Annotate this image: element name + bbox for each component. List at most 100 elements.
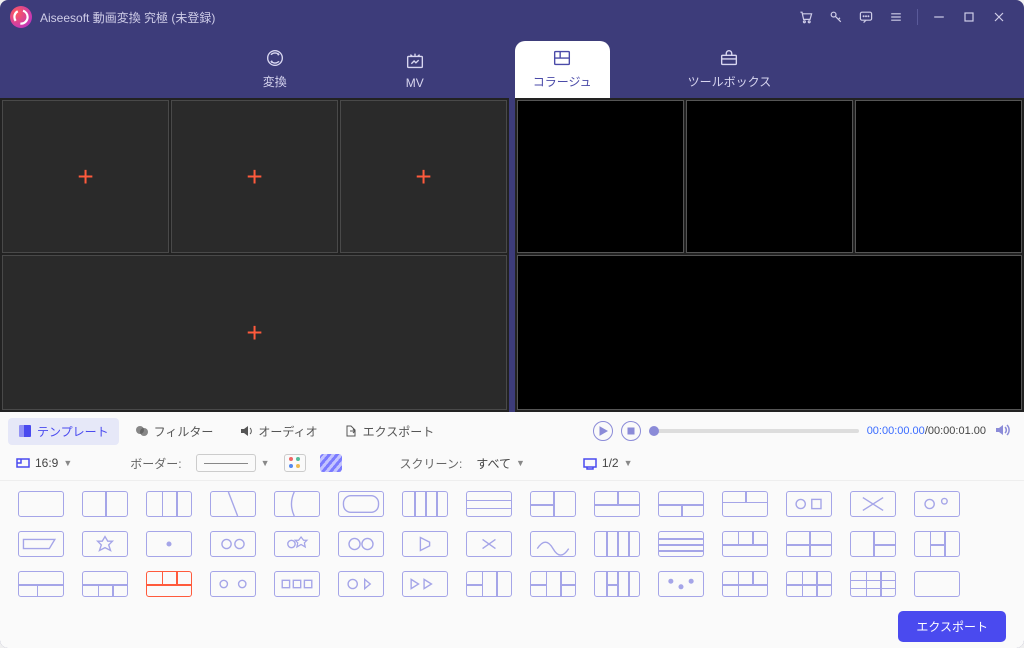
template-thumb[interactable] [210, 531, 256, 557]
template-thumb[interactable] [82, 491, 128, 517]
template-thumb[interactable] [82, 571, 128, 597]
plus-icon: + [77, 161, 93, 193]
screen-label: スクリーン: [400, 455, 463, 472]
border-pattern-button[interactable] [320, 454, 342, 472]
menu-icon[interactable] [884, 5, 908, 29]
template-thumb[interactable] [722, 571, 768, 597]
template-thumb[interactable] [850, 531, 896, 557]
template-thumb[interactable] [658, 571, 704, 597]
page-select[interactable]: 1/2 ▼ [583, 456, 633, 470]
template-thumb-selected[interactable] [146, 571, 192, 597]
titlebar-divider [917, 9, 918, 25]
collage-slot[interactable]: + [2, 100, 169, 253]
template-thumb[interactable] [274, 531, 320, 557]
template-thumb[interactable] [146, 491, 192, 517]
template-thumb[interactable] [466, 531, 512, 557]
template-thumb[interactable] [850, 491, 896, 517]
template-thumb[interactable] [210, 571, 256, 597]
template-thumb[interactable] [18, 571, 64, 597]
key-icon[interactable] [824, 5, 848, 29]
aspect-ratio-select[interactable]: 16:9 ▼ [16, 456, 72, 470]
template-thumb[interactable] [402, 531, 448, 557]
template-thumb[interactable] [786, 491, 832, 517]
screen-select[interactable]: すべて ▼ [476, 455, 525, 472]
template-thumb[interactable] [594, 571, 640, 597]
subtab-label: エクスポート [363, 423, 435, 440]
template-thumb[interactable] [338, 531, 384, 557]
playback-controls: 00:00:00.00/00:00:01.00 [593, 421, 1024, 441]
template-thumb[interactable] [18, 531, 64, 557]
play-button[interactable] [593, 421, 613, 441]
app-window: Aiseesoft 動画変換 究極 (未登録) 変換 MV コラージュ ツールボ… [0, 0, 1024, 648]
app-logo-icon [10, 6, 32, 28]
tab-convert[interactable]: 変換 [235, 41, 315, 98]
template-thumb[interactable] [914, 571, 960, 597]
template-thumb[interactable] [914, 531, 960, 557]
template-thumb[interactable] [466, 491, 512, 517]
volume-icon[interactable] [994, 422, 1010, 441]
subtab-filter[interactable]: フィルター [125, 418, 224, 445]
template-thumb[interactable] [530, 531, 576, 557]
template-thumb[interactable] [530, 571, 576, 597]
app-title: Aiseesoft 動画変換 究極 (未登録) [40, 9, 215, 26]
subtab-export[interactable]: エクスポート [334, 418, 445, 445]
template-thumb[interactable] [402, 571, 448, 597]
template-thumb[interactable] [466, 571, 512, 597]
template-thumb[interactable] [658, 531, 704, 557]
cart-icon[interactable] [794, 5, 818, 29]
template-thumb[interactable] [338, 491, 384, 517]
template-thumb[interactable] [786, 571, 832, 597]
stop-button[interactable] [621, 421, 641, 441]
export-icon [344, 424, 358, 438]
collage-slot[interactable]: + [340, 100, 507, 253]
feedback-icon[interactable] [854, 5, 878, 29]
template-thumb[interactable] [338, 571, 384, 597]
template-thumb[interactable] [594, 491, 640, 517]
template-thumb[interactable] [722, 531, 768, 557]
template-thumb[interactable] [658, 491, 704, 517]
minimize-icon[interactable] [927, 5, 951, 29]
tab-collage[interactable]: コラージュ [515, 41, 610, 98]
plus-icon: + [246, 317, 262, 349]
template-thumb[interactable] [594, 531, 640, 557]
titlebar: Aiseesoft 動画変換 究極 (未登録) [0, 0, 1024, 34]
template-thumb[interactable] [18, 491, 64, 517]
tab-label: コラージュ [533, 73, 592, 90]
subtab-audio[interactable]: オーディオ [229, 418, 327, 445]
lower-panel: テンプレート フィルター オーディオ エクスポート [0, 412, 1024, 648]
subtab-label: フィルター [154, 423, 214, 440]
tab-toolbox[interactable]: ツールボックス [670, 41, 790, 98]
subtab-template[interactable]: テンプレート [8, 418, 119, 445]
plus-icon: + [246, 161, 262, 193]
border-style-select[interactable]: ▼ [196, 454, 270, 472]
template-thumb[interactable] [210, 491, 256, 517]
template-thumb[interactable] [274, 491, 320, 517]
aspect-ratio-value: 16:9 [35, 456, 58, 470]
export-button[interactable]: エクスポート [898, 611, 1006, 642]
convert-icon [263, 47, 287, 69]
tab-label: 変換 [263, 73, 287, 90]
template-thumb[interactable] [914, 491, 960, 517]
template-thumb[interactable] [146, 531, 192, 557]
collage-slot[interactable]: + [171, 100, 338, 253]
border-color-button[interactable] [284, 454, 306, 472]
preview-slot [855, 100, 1022, 253]
maximize-icon[interactable] [957, 5, 981, 29]
time-current: 00:00:00.00 [867, 425, 925, 437]
template-icon [18, 424, 32, 438]
template-thumb[interactable] [402, 491, 448, 517]
template-thumb[interactable] [786, 531, 832, 557]
preview-slot [686, 100, 853, 253]
time-display: 00:00:00.00/00:00:01.00 [867, 425, 986, 437]
tab-mv[interactable]: MV [375, 44, 455, 98]
close-icon[interactable] [987, 5, 1011, 29]
template-thumb[interactable] [530, 491, 576, 517]
collage-slot[interactable]: + [2, 255, 507, 410]
options-row: 16:9 ▼ ボーダー: ▼ スクリーン: すべて ▼ 1/2 ▼ [0, 450, 1024, 481]
template-thumb[interactable] [274, 571, 320, 597]
template-thumb[interactable] [850, 571, 896, 597]
seek-bar[interactable] [649, 429, 859, 433]
edit-pane: + + + + [0, 98, 509, 412]
template-thumb[interactable] [722, 491, 768, 517]
template-thumb[interactable] [82, 531, 128, 557]
